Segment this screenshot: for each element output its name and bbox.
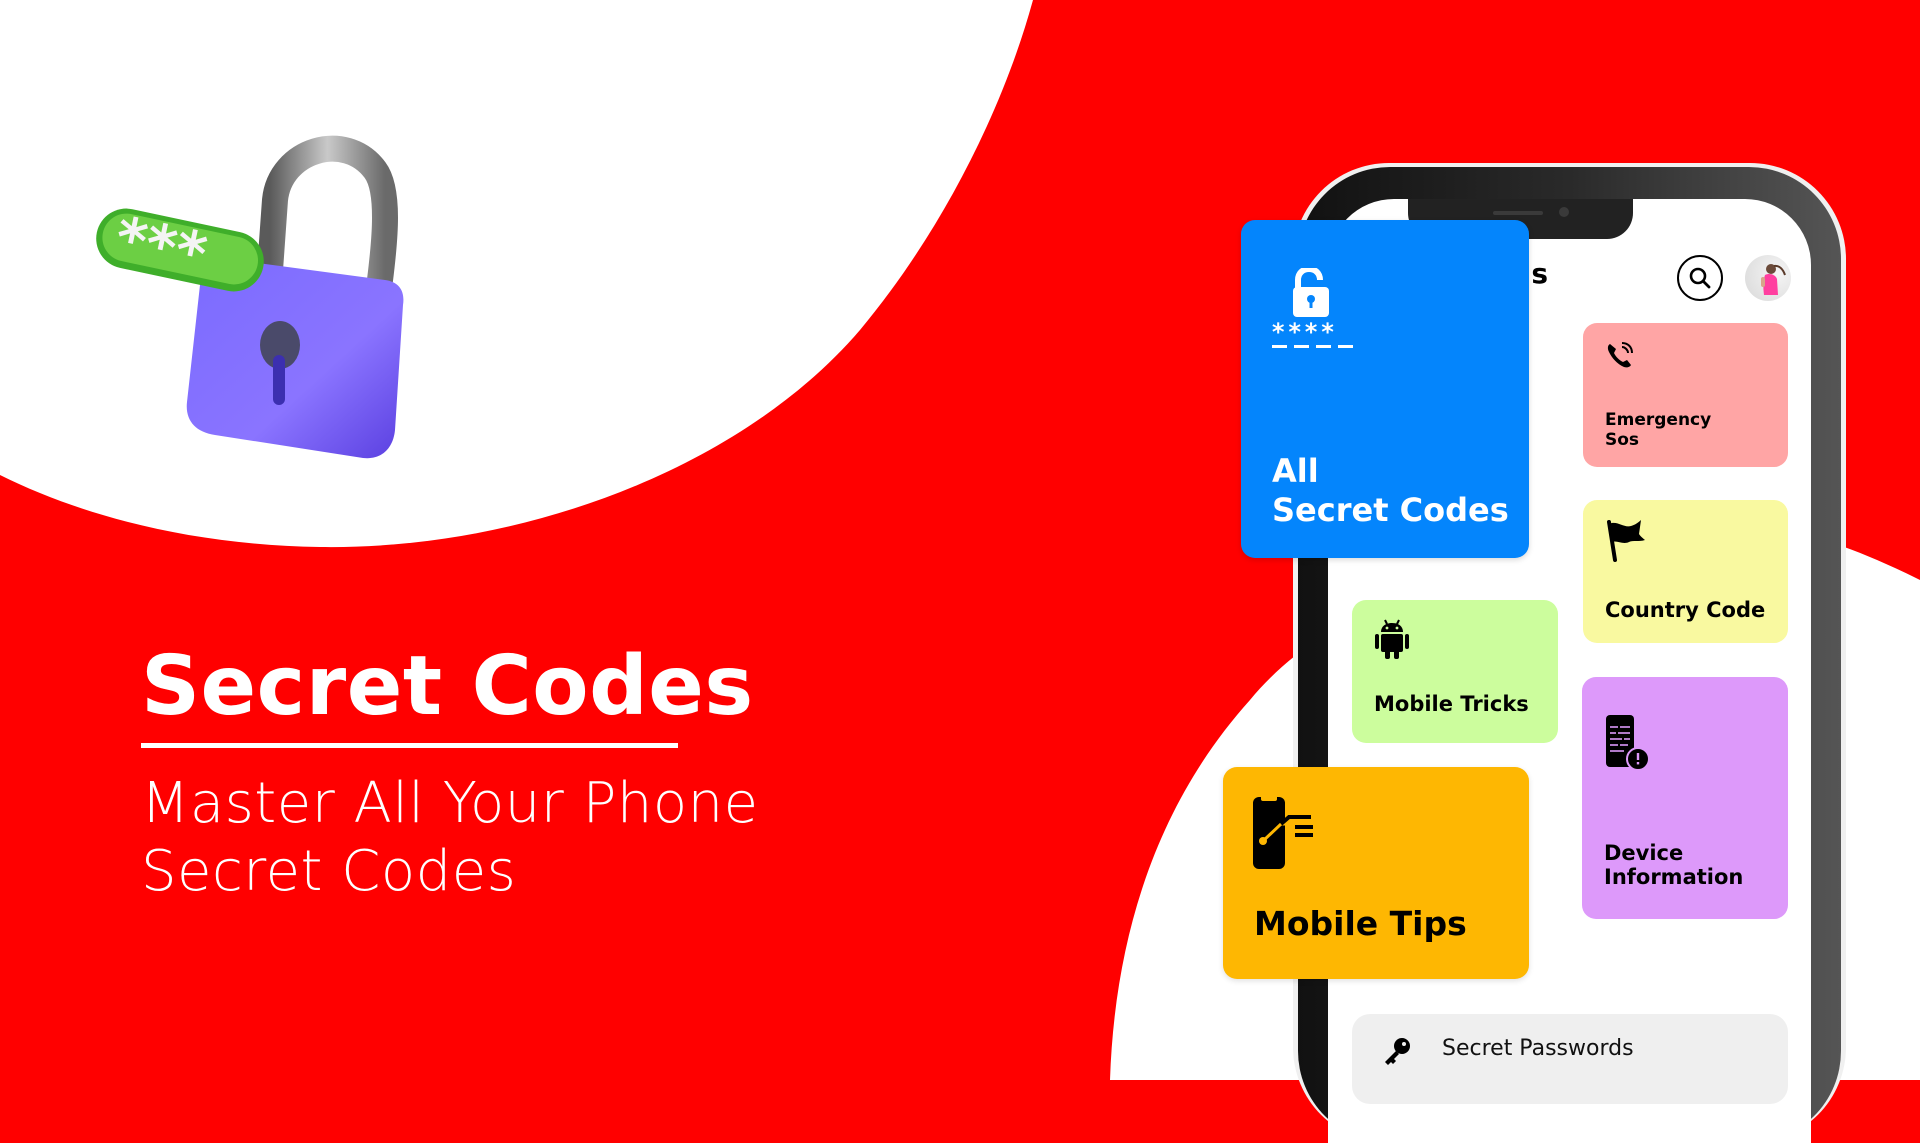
mobile-tricks-label: Mobile Tricks xyxy=(1374,692,1529,716)
hero-subtitle-line-1: Master All Your Phone xyxy=(141,771,759,836)
all-secret-codes-card[interactable]: **** All Secret Codes xyxy=(1241,220,1529,558)
country-code-label: Country Code xyxy=(1605,598,1766,622)
mobile-tricks-card[interactable]: Mobile Tricks xyxy=(1352,600,1558,743)
avatar-photo-icon xyxy=(1761,264,1786,295)
hero-subtitle-line-2: Secret Codes xyxy=(141,839,517,904)
all-secret-codes-label: All Secret Codes xyxy=(1272,452,1509,530)
hero-subtitle: Master All Your Phone Secret Codes xyxy=(141,770,759,906)
front-camera xyxy=(1559,207,1569,217)
device-information-card[interactable]: Device Information xyxy=(1582,677,1788,919)
mobile-tips-icon xyxy=(1253,797,1313,869)
lock-password-icon: **** xyxy=(1271,268,1353,348)
android-icon xyxy=(1375,619,1409,659)
speaker-grille xyxy=(1493,211,1543,215)
emergency-sos-card[interactable]: Emergency Sos xyxy=(1583,323,1788,467)
device-information-label: Device Information xyxy=(1604,841,1744,890)
flag-icon xyxy=(1607,520,1645,562)
secret-passwords-button[interactable]: Secret Passwords xyxy=(1352,1014,1788,1104)
padlock-illustration: *** xyxy=(96,135,404,459)
secret-passwords-label: Secret Passwords xyxy=(1442,1036,1634,1061)
svg-text:****: **** xyxy=(1271,318,1337,346)
phone-call-icon xyxy=(1607,342,1633,368)
hero-title: Secret Codes xyxy=(141,639,754,734)
search-icon xyxy=(1689,267,1711,289)
password-mask-text: *** xyxy=(109,203,212,288)
country-code-card[interactable]: Country Code xyxy=(1583,500,1788,643)
hero-underline xyxy=(141,743,678,748)
key-icon xyxy=(1385,1038,1410,1065)
device-info-icon xyxy=(1606,715,1650,771)
mobile-tips-card[interactable]: Mobile Tips xyxy=(1223,767,1529,979)
search-button[interactable] xyxy=(1677,255,1723,301)
mobile-tips-label: Mobile Tips xyxy=(1254,904,1467,943)
user-avatar[interactable] xyxy=(1745,255,1791,301)
emergency-sos-label: Emergency Sos xyxy=(1605,410,1712,450)
